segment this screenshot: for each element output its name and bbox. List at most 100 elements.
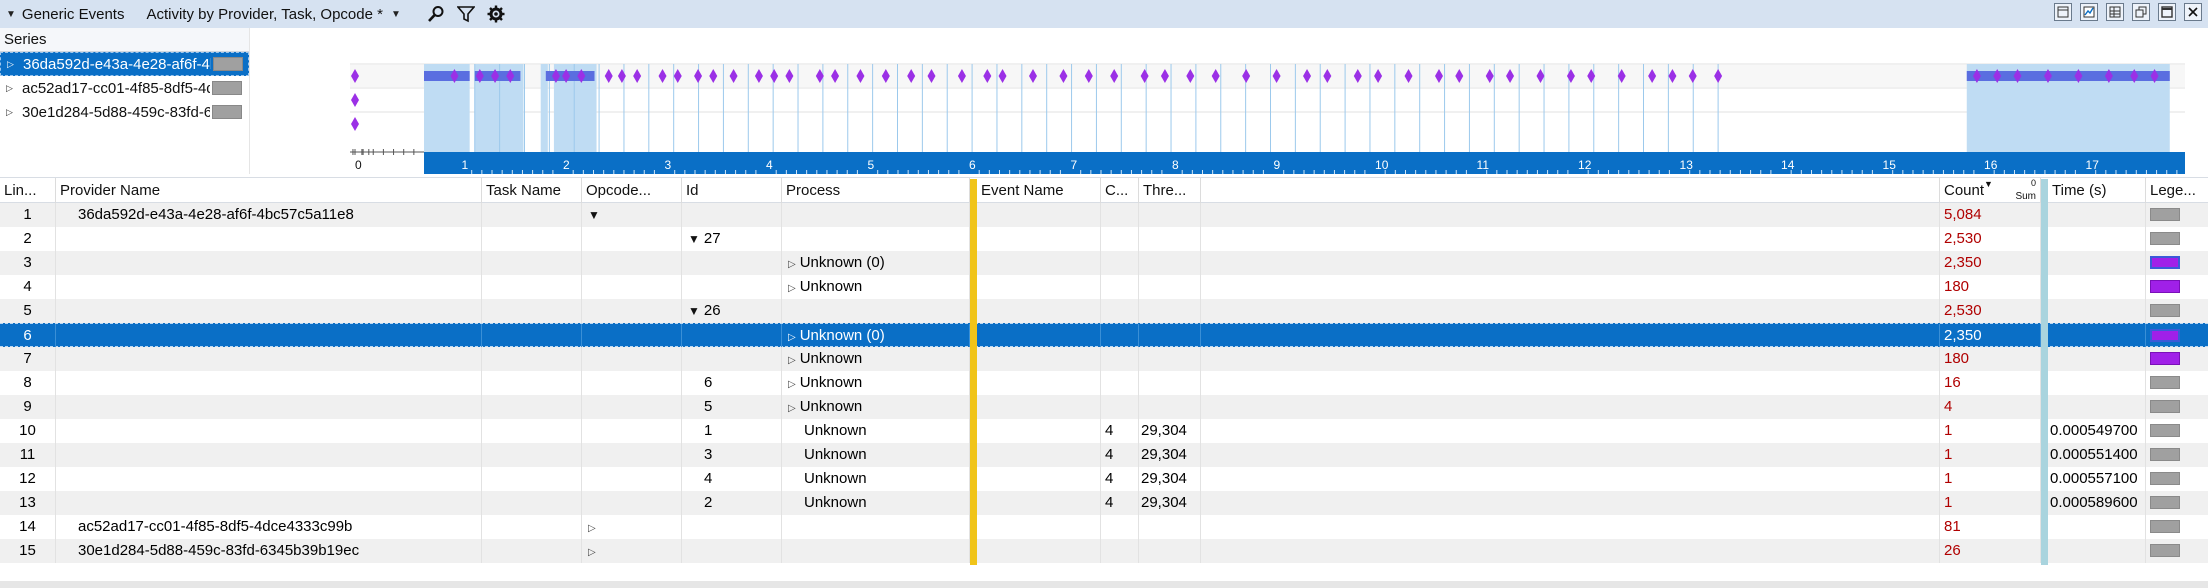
table-row[interactable]: 5 ▼ 26 2,530 xyxy=(0,299,2208,323)
legend-swatch[interactable] xyxy=(2150,424,2180,437)
table-row[interactable]: 2 ▼ 27 2,530 xyxy=(0,227,2208,251)
horizontal-scrollbar[interactable] xyxy=(0,581,2208,588)
column-header-provider[interactable]: Provider Name xyxy=(56,178,482,203)
table-row[interactable]: 14 ac52ad17-cc01-4f85-8df5-4dce4333c99b ▷ 8… xyxy=(0,515,2208,539)
task-cell xyxy=(482,275,582,299)
event-cell xyxy=(977,227,1101,251)
column-header-line[interactable]: Lin... xyxy=(0,178,56,203)
process-cell: ▷ Unknown xyxy=(782,371,970,395)
gear-icon[interactable] xyxy=(485,3,507,25)
column-header-task[interactable]: Task Name xyxy=(482,178,582,203)
event-cell xyxy=(977,347,1101,371)
expand-triangle-icon[interactable]: ▷ xyxy=(588,523,596,534)
expand-triangle-icon[interactable]: ▷ xyxy=(6,107,18,118)
table-row[interactable]: 3 ▷ Unknown (0) 2,350 xyxy=(0,251,2208,275)
preset-dropdown[interactable]: Activity by Provider, Task, Opcode * ▼ xyxy=(146,0,406,28)
legend-swatch[interactable] xyxy=(2150,329,2180,342)
table-row[interactable]: 4 ▷ Unknown 180 xyxy=(0,275,2208,299)
task-cell xyxy=(482,203,582,227)
table-row[interactable]: 9 5 ▷ Unknown 4 xyxy=(0,395,2208,419)
legend-swatch[interactable] xyxy=(2150,376,2180,389)
event-table[interactable]: Lin... Provider Name Task Name Opcode...… xyxy=(0,177,2208,588)
table-row[interactable]: 8 6 ▷ Unknown 16 xyxy=(0,371,2208,395)
column-header-count[interactable]: Count ▼ 0 Sum xyxy=(1940,178,2041,203)
series-color-swatch[interactable] xyxy=(212,81,242,95)
table-row[interactable]: 7 ▷ Unknown 180 xyxy=(0,347,2208,371)
column-header-process[interactable]: Process xyxy=(782,178,970,203)
expand-triangle-icon[interactable]: ▷ xyxy=(788,355,796,366)
graph-name-dropdown[interactable]: ▼ Generic Events xyxy=(6,0,124,28)
thread-cell xyxy=(1139,324,1201,348)
column-header-thread[interactable]: Thre... xyxy=(1139,178,1201,203)
chevron-down-icon[interactable]: ▼ xyxy=(391,9,401,20)
legend-swatch[interactable] xyxy=(2150,280,2180,293)
table-row[interactable]: 6 ▷ Unknown (0) 2,350 xyxy=(0,323,2208,348)
graph-divider-blue[interactable] xyxy=(2041,179,2048,565)
expand-triangle-icon[interactable]: ▷ xyxy=(788,259,796,270)
column-header-count-label: Count xyxy=(1944,182,1985,199)
pivot-divider-yellow[interactable] xyxy=(970,179,977,565)
legend-swatch[interactable] xyxy=(2150,472,2180,485)
cpu-cell xyxy=(1101,324,1139,348)
series-item[interactable]: ▷ 36da592d-e43a-4e28-af6f-4bc57c5a11e8 xyxy=(0,52,249,76)
table-row[interactable]: 10 1 Unknown 4 29,304 1 0.000549700 xyxy=(0,419,2208,443)
legend-swatch[interactable] xyxy=(2150,448,2180,461)
collapse-triangle-icon[interactable]: ▼ xyxy=(688,304,700,318)
timeline-canvas[interactable]: 0123456789101112131415161718 xyxy=(350,52,2185,174)
column-header-time[interactable]: Time (s) xyxy=(2048,178,2146,203)
column-header-event-name[interactable]: Event Name xyxy=(977,178,1101,203)
filter-icon[interactable] xyxy=(455,3,477,25)
table-row[interactable]: 15 30e1d284-5d88-459c-83fd-6345b39b19ec ▷ 2… xyxy=(0,539,2208,563)
legend-swatch[interactable] xyxy=(2150,208,2180,221)
legend-swatch[interactable] xyxy=(2150,496,2180,509)
legend-swatch[interactable] xyxy=(2150,304,2180,317)
expand-triangle-icon[interactable]: ▷ xyxy=(788,403,796,414)
legend-swatch[interactable] xyxy=(2150,400,2180,413)
opcode-cell xyxy=(582,491,682,515)
chart-view-icon[interactable] xyxy=(2054,3,2072,21)
expand-triangle-icon[interactable]: ▷ xyxy=(788,332,796,343)
collapse-triangle-icon[interactable]: ▼ xyxy=(688,232,700,246)
thread-cell xyxy=(1139,227,1201,251)
series-item[interactable]: ▷ 30e1d284-5d88-459c-83fd-6345b39b19ec xyxy=(0,100,249,124)
event-cell xyxy=(977,419,1101,443)
column-header-id[interactable]: Id xyxy=(682,178,782,203)
expand-triangle-icon[interactable]: ▷ xyxy=(7,59,19,70)
restore-icon[interactable] xyxy=(2132,3,2150,21)
count-cell: 180 xyxy=(1940,275,2041,299)
table-row[interactable]: 11 3 Unknown 4 29,304 1 0.000551400 xyxy=(0,443,2208,467)
table-row[interactable]: 1 36da592d-e43a-4e28-af6f-4bc57c5a11e8 ▼ 5,… xyxy=(0,203,2208,227)
maximize-icon[interactable] xyxy=(2158,3,2176,21)
graph-view-icon[interactable] xyxy=(2080,3,2098,21)
collapse-caret-icon[interactable]: ▼ xyxy=(6,9,16,20)
table-header: Lin... Provider Name Task Name Opcode...… xyxy=(0,177,2208,203)
time-cell: 0.000589600 xyxy=(2048,491,2146,515)
table-row[interactable]: 13 2 Unknown 4 29,304 1 0.000589600 xyxy=(0,491,2208,515)
column-header-cpu[interactable]: C... xyxy=(1101,178,1139,203)
opcode-cell xyxy=(582,299,682,323)
provider-cell xyxy=(56,443,482,467)
series-header: Series xyxy=(0,28,249,52)
legend-swatch[interactable] xyxy=(2150,544,2180,557)
legend-swatch[interactable] xyxy=(2150,232,2180,245)
table-row[interactable]: 12 4 Unknown 4 29,304 1 0.000557100 xyxy=(0,467,2208,491)
legend-swatch[interactable] xyxy=(2150,520,2180,533)
table-view-icon[interactable] xyxy=(2106,3,2124,21)
close-icon[interactable] xyxy=(2184,3,2202,21)
expand-triangle-icon[interactable]: ▷ xyxy=(6,83,18,94)
column-header-opcode[interactable]: Opcode... xyxy=(582,178,682,203)
expand-triangle-icon[interactable]: ▷ xyxy=(588,547,596,558)
collapse-triangle-icon[interactable]: ▼ xyxy=(588,208,600,222)
series-color-swatch[interactable] xyxy=(212,105,242,119)
legend-swatch[interactable] xyxy=(2150,352,2180,365)
series-color-swatch[interactable] xyxy=(213,57,243,71)
timeline-graph[interactable]: 0123456789101112131415161718 xyxy=(350,52,2185,174)
event-cell xyxy=(977,371,1101,395)
series-item[interactable]: ▷ ac52ad17-cc01-4f85-8df5-4dce4333c99b xyxy=(0,76,249,100)
task-cell xyxy=(482,347,582,371)
expand-triangle-icon[interactable]: ▷ xyxy=(788,379,796,390)
column-header-legend[interactable]: Lege... xyxy=(2146,178,2208,203)
legend-swatch[interactable] xyxy=(2150,256,2180,269)
expand-triangle-icon[interactable]: ▷ xyxy=(788,283,796,294)
search-icon[interactable] xyxy=(425,3,447,25)
